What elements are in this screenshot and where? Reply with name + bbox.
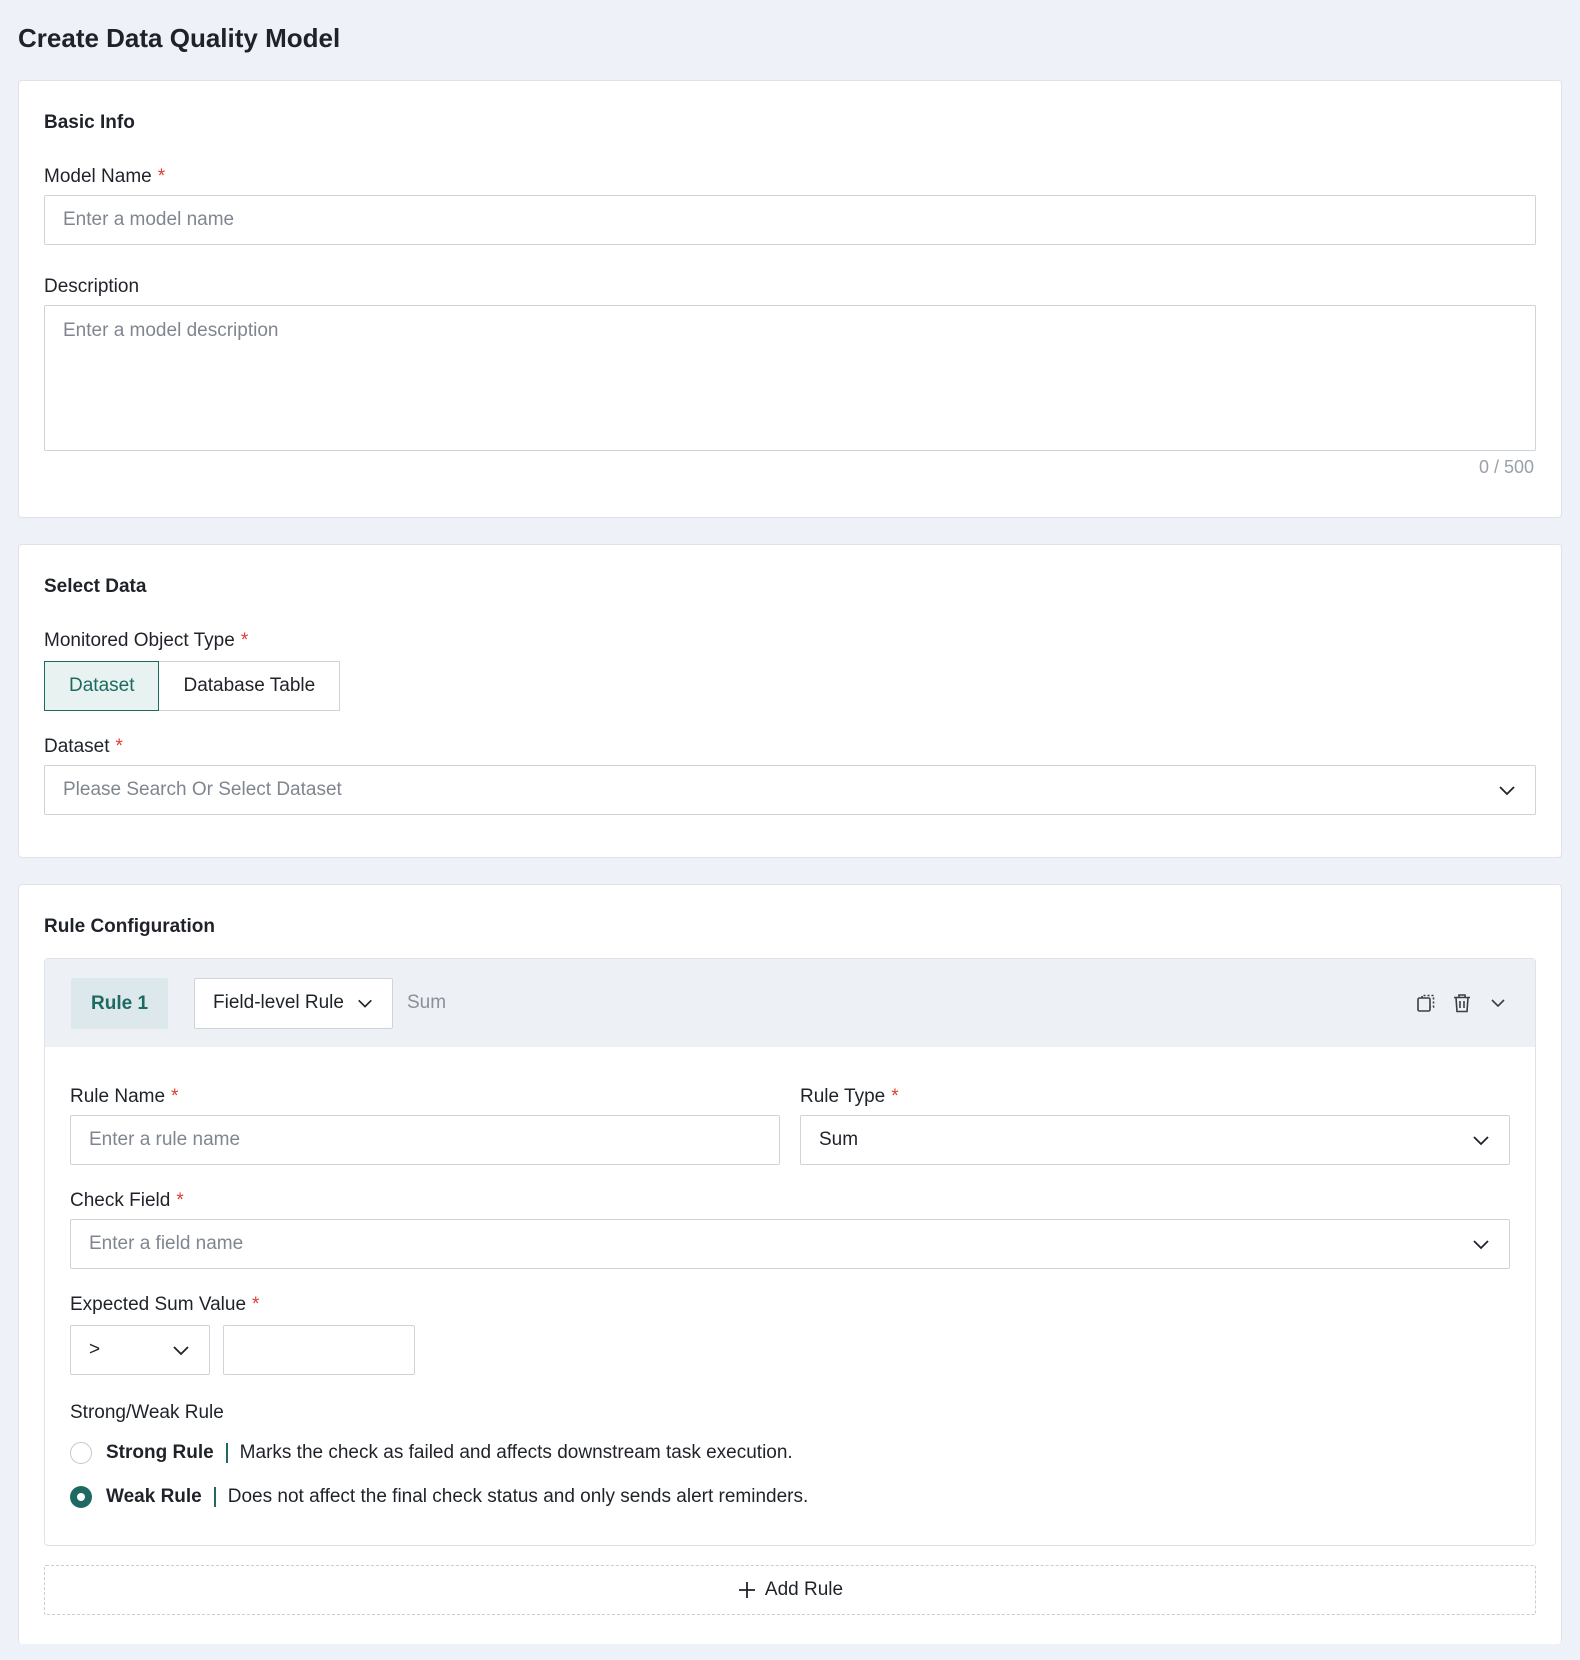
add-rule-label: Add Rule — [764, 1579, 844, 1600]
chevron-down-icon — [1499, 786, 1515, 796]
rule-summary: Sum — [406, 992, 447, 1013]
rule-type-value: Sum — [819, 1129, 859, 1150]
object-type-option-database-table[interactable]: Database Table — [159, 661, 341, 711]
rule-type-group: Rule Type * Sum — [800, 1059, 1510, 1165]
description-label: Description — [44, 276, 140, 297]
check-field-placeholder: Enter a field name — [89, 1233, 244, 1254]
required-mark: * — [171, 1086, 179, 1107]
strong-rule-radio[interactable] — [70, 1442, 92, 1464]
rule-body: Rule Name * Enter a rule name Rule Type * … — [45, 1047, 1535, 1545]
dataset-label: Dataset * — [44, 736, 123, 757]
required-mark: * — [115, 736, 123, 757]
add-rule-button[interactable]: Add Rule — [44, 1565, 1536, 1615]
weak-rule-radio[interactable] — [70, 1486, 92, 1508]
rule-level-value: Field-level Rule — [213, 992, 344, 1013]
description-counter: 0 / 500 — [1478, 457, 1534, 477]
required-mark: * — [176, 1190, 184, 1211]
copy-icon[interactable] — [1415, 992, 1437, 1014]
chevron-down-icon[interactable] — [1487, 992, 1509, 1014]
weak-rule-option[interactable]: Weak Rule Does not affect the final chec… — [70, 1475, 1510, 1519]
expected-sum-label: Expected Sum Value * — [70, 1294, 260, 1315]
rule-name-input[interactable]: Enter a rule name — [70, 1115, 780, 1165]
rule-header: Rule 1 Field-level Rule Sum — [45, 959, 1535, 1047]
operator-value: > — [89, 1339, 101, 1360]
rule-badge: Rule 1 — [71, 977, 169, 1029]
section-title-select-data: Select Data — [44, 576, 147, 597]
operator-select[interactable]: > — [70, 1325, 210, 1375]
dataset-select-placeholder: Please Search Or Select Dataset — [63, 779, 342, 800]
rule-name-label: Rule Name * — [70, 1086, 179, 1107]
model-name-input[interactable]: Enter a model name — [44, 195, 1536, 245]
object-type-segmented: Dataset Database Table — [44, 661, 1536, 711]
select-data-card: Select Data Monitored Object Type * Datas… — [18, 544, 1562, 858]
trash-icon[interactable] — [1451, 992, 1473, 1014]
strength-label: Strong/Weak Rule — [70, 1402, 224, 1423]
object-type-option-dataset[interactable]: Dataset — [44, 661, 160, 711]
rule-panel: Rule 1 Field-level Rule Sum Rule Name * … — [44, 958, 1536, 1546]
rule-type-select[interactable]: Sum — [800, 1115, 1510, 1165]
chevron-down-icon — [1473, 1240, 1489, 1250]
chevron-down-icon — [358, 999, 372, 1008]
divider — [225, 1443, 228, 1463]
rule-name-group: Rule Name * Enter a rule name — [70, 1059, 780, 1165]
description-textarea[interactable]: Enter a model description — [44, 305, 1536, 451]
section-title-rule-config: Rule Configuration — [44, 916, 215, 937]
strong-rule-option[interactable]: Strong Rule Marks the check as failed an… — [70, 1431, 1510, 1475]
basic-info-card: Basic Info Model Name * Enter a model nam… — [18, 80, 1562, 518]
weak-rule-name: Weak Rule — [106, 1486, 202, 1507]
required-mark: * — [252, 1294, 260, 1315]
rule-level-select[interactable]: Field-level Rule — [194, 977, 393, 1029]
required-mark: * — [157, 166, 166, 187]
divider — [213, 1487, 216, 1507]
plus-icon — [738, 1582, 755, 1598]
required-mark: * — [240, 630, 249, 651]
chevron-down-icon — [1473, 1136, 1489, 1146]
section-title-basic-info: Basic Info — [44, 112, 135, 133]
page-title: Create Data Quality Model — [18, 23, 341, 53]
chevron-down-icon — [173, 1346, 189, 1356]
rule-actions — [1415, 992, 1509, 1014]
expected-sum-input[interactable] — [223, 1325, 415, 1375]
expected-sum-row: > — [70, 1325, 1510, 1375]
page: Create Data Quality Model Basic Info Mod… — [0, 0, 1580, 1644]
strong-rule-name: Strong Rule — [106, 1442, 214, 1463]
object-type-label: Monitored Object Type * — [44, 630, 249, 651]
strong-rule-desc: Marks the check as failed and affects do… — [239, 1442, 793, 1463]
rule-config-card: Rule Configuration Rule 1 Field-level Ru… — [18, 884, 1562, 1644]
check-field-label: Check Field * — [70, 1190, 184, 1211]
rule-type-label: Rule Type * — [800, 1086, 899, 1107]
model-name-label: Model Name * — [44, 166, 166, 187]
required-mark: * — [891, 1086, 899, 1107]
check-field-select[interactable]: Enter a field name — [70, 1219, 1510, 1269]
rule-name-type-row: Rule Name * Enter a rule name Rule Type * … — [70, 1059, 1510, 1165]
weak-rule-desc: Does not affect the final check status a… — [227, 1486, 809, 1507]
dataset-select[interactable]: Please Search Or Select Dataset — [44, 765, 1536, 815]
